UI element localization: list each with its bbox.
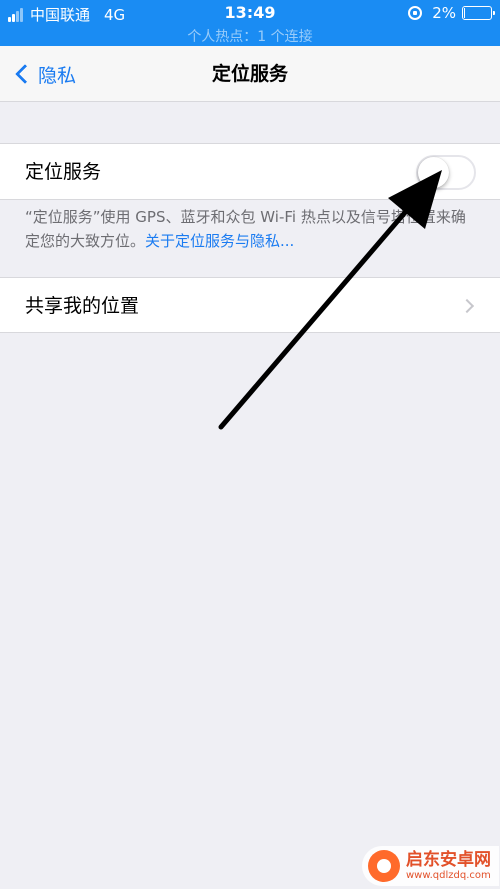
site-watermark: 启东安卓网 www.qdlzdq.com — [362, 846, 499, 886]
status-right: 2% — [408, 4, 495, 22]
status-bar: 中国联通 4G 13:49 个人热点：1 个连接 2% — [0, 0, 500, 46]
battery-fill — [464, 8, 465, 18]
share-my-location-row[interactable]: 共享我的位置 — [0, 277, 500, 333]
rotation-lock-icon — [408, 6, 423, 20]
location-services-label: 定位服务 — [25, 161, 102, 183]
navigation-bar: 隐私 定位服务 — [0, 46, 500, 102]
watermark-logo-icon — [368, 850, 400, 882]
toggle-knob — [418, 157, 449, 188]
share-my-location-label: 共享我的位置 — [25, 295, 140, 317]
page-title: 定位服务 — [211, 63, 288, 85]
watermark-name: 启东安卓网 — [406, 850, 491, 870]
chevron-right-icon — [459, 298, 475, 314]
battery-icon — [462, 6, 495, 20]
hotspot-banner: 个人热点：1 个连接 — [187, 29, 313, 45]
watermark-url: www.qdlzdq.com — [406, 870, 491, 881]
watermark-text: 启东安卓网 www.qdlzdq.com — [406, 850, 491, 882]
privacy-link[interactable]: 关于定位服务与隐私... — [145, 232, 294, 250]
battery-percent: 2% — [432, 4, 456, 22]
location-services-row: 定位服务 — [0, 143, 500, 200]
location-services-toggle[interactable] — [416, 155, 476, 190]
location-services-footnote: “定位服务”使用 GPS、蓝牙和众包 Wi-Fi 热点以及信号塔位置来确定您的大… — [25, 205, 475, 253]
annotation-arrow — [218, 170, 442, 430]
